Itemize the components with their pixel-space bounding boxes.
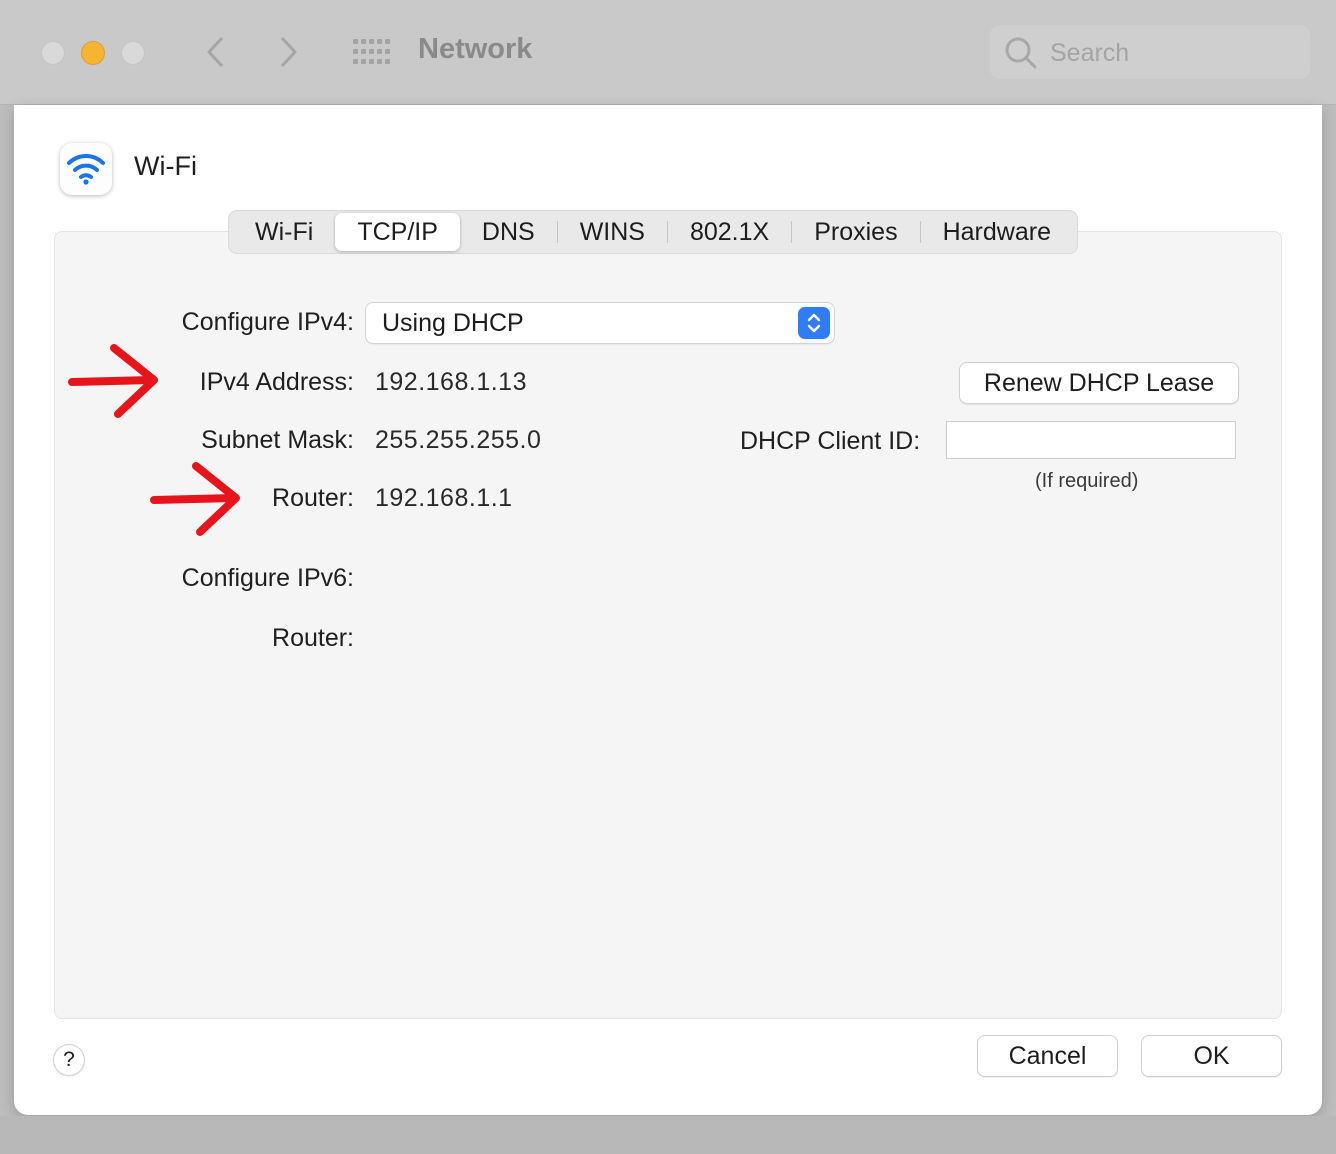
tab-dns[interactable]: DNS [460,213,557,251]
close-window-button[interactable] [41,41,65,65]
ipv4-address-label: IPv4 Address: [199,368,354,396]
title-bar: Network [0,0,1336,105]
subnet-mask-label: Subnet Mask: [201,426,354,454]
help-button[interactable]: ? [54,1045,84,1075]
configure-ipv4-label: Configure IPv4: [181,308,354,336]
tab-wins[interactable]: WINS [558,213,667,251]
router-value: 192.168.1.1 [375,484,513,512]
ok-button[interactable]: OK [1142,1036,1281,1076]
minimize-window-button[interactable] [81,41,105,65]
red-arrow-icon [68,344,158,418]
red-arrow-icon [150,462,240,536]
zoom-window-button[interactable] [121,41,145,65]
search-field[interactable] [990,25,1310,79]
cancel-button[interactable]: Cancel [978,1036,1117,1076]
wifi-service-icon [60,143,112,195]
search-input[interactable] [1048,37,1302,69]
back-chevron-icon[interactable] [200,34,230,70]
ipv6-router-label: Router: [272,624,354,652]
window-bottom-edge [0,1116,1336,1154]
tab-hardware[interactable]: Hardware [921,213,1073,251]
tab-wifi[interactable]: Wi-Fi [233,213,335,251]
dhcp-client-id-hint: (If required) [1035,470,1139,492]
tab-content-panel [54,231,1282,1019]
configure-ipv4-value: Using DHCP [382,309,524,337]
dhcp-client-id-label: DHCP Client ID: [740,427,921,455]
subnet-mask-value: 255.255.255.0 [375,426,542,454]
tab-8021x[interactable]: 802.1X [668,213,791,251]
tab-tcpip[interactable]: TCP/IP [335,213,460,251]
forward-chevron-icon[interactable] [274,34,304,70]
router-label: Router: [272,484,354,512]
renew-dhcp-lease-button[interactable]: Renew DHCP Lease [960,363,1238,403]
configure-ipv6-label: Configure IPv6: [181,564,354,592]
advanced-settings-sheet: Wi-Fi Wi-Fi TCP/IP DNS WINS 802.1X Proxi… [14,105,1322,1115]
window-title: Network [418,33,533,65]
search-icon [1005,37,1037,69]
show-all-grid-icon[interactable] [352,38,390,66]
tab-proxies[interactable]: Proxies [792,213,919,251]
service-title: Wi-Fi [134,151,197,181]
ipv4-address-value: 192.168.1.13 [375,368,527,396]
tab-bar: Wi-Fi TCP/IP DNS WINS 802.1X Proxies Har… [228,210,1078,254]
popup-stepper-icon [798,307,830,339]
configure-ipv4-popup[interactable]: Using DHCP [366,303,834,343]
dhcp-client-id-field[interactable] [946,421,1236,459]
